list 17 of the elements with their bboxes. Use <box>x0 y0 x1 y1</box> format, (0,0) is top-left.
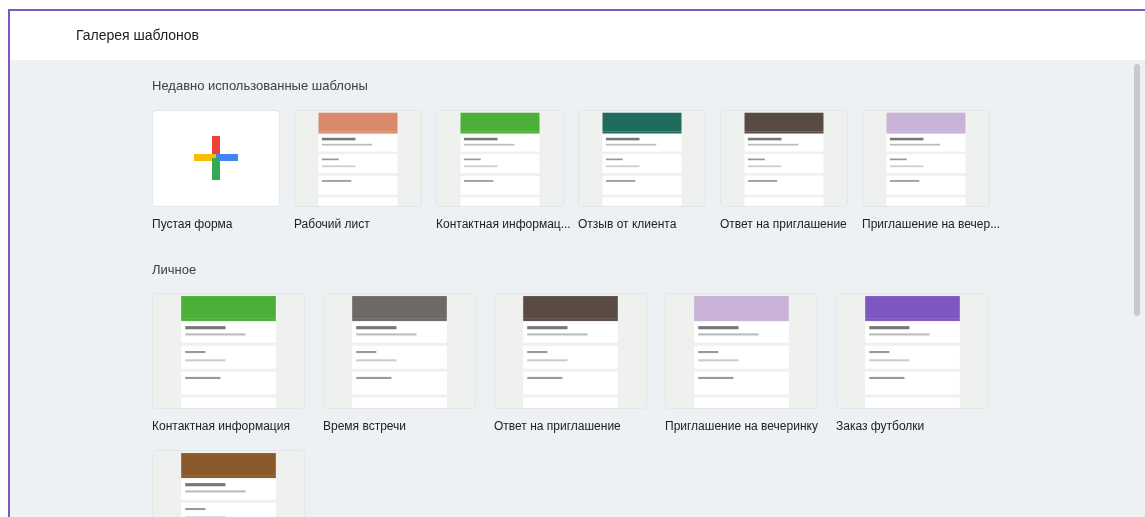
template-name[interactable]: Время встречи <box>323 418 407 434</box>
section-title: Личное <box>152 260 198 279</box>
template-name[interactable]: Отзыв от клиента <box>578 215 677 232</box>
section-title: Недавно использованные шаблоны <box>152 77 369 95</box>
template-name[interactable]: Контактная информац... <box>436 215 571 232</box>
template-name[interactable]: Ответ на приглашение <box>720 215 847 232</box>
template-name[interactable]: Рабочий лист <box>294 215 370 232</box>
scrollbar-thumb[interactable] <box>1134 64 1140 316</box>
template-name[interactable]: Пустая форма <box>152 215 233 232</box>
blank-form-card[interactable] <box>152 109 280 207</box>
window-title: Галерея шаблонов <box>76 26 200 45</box>
template-name[interactable]: Контактная информация <box>152 418 290 434</box>
template-name[interactable]: Ответ на приглашение <box>494 418 621 434</box>
plus-icon <box>194 136 238 180</box>
template-name[interactable]: Заказ футболки <box>836 418 925 434</box>
template-name[interactable]: Приглашение на вечеринку <box>665 418 818 434</box>
template-name[interactable]: Приглашение на вечер... <box>862 215 1001 232</box>
